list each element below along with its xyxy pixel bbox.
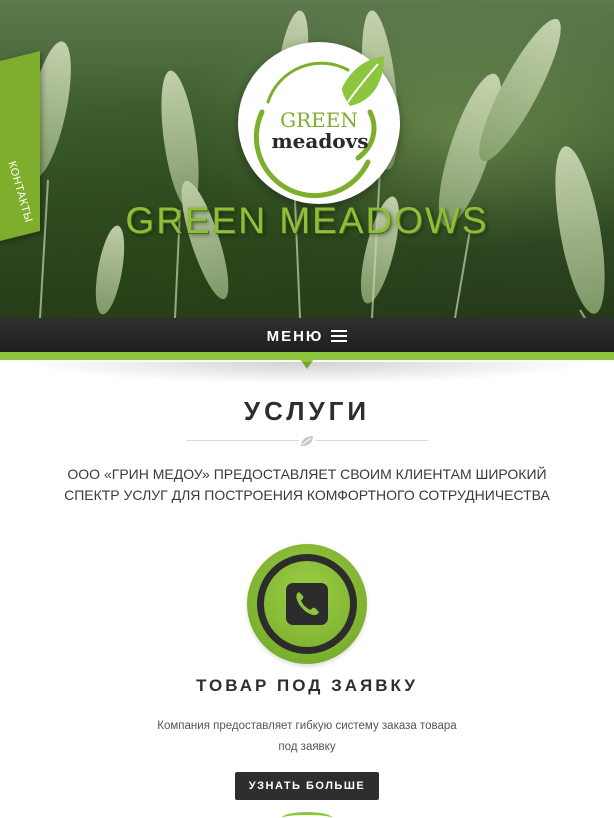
section-shadow [20,362,594,384]
service-icon-circle [247,544,367,664]
next-service-icon-hint [282,812,332,818]
learn-more-button[interactable]: УЗНАТЬ БОЛЬШЕ [235,772,379,800]
service-description: Компания предоставляет гибкую систему за… [157,720,457,753]
logo-text-green: GREEN [280,108,358,132]
hamburger-icon[interactable] [331,330,348,342]
phone-icon [286,583,328,625]
leaf-icon [299,433,315,447]
logo-text-meadovs: meadovs [271,129,369,153]
logo[interactable]: GREEN meadovs [238,42,400,204]
menu-label[interactable]: МЕНЮ [267,328,324,345]
menu-bar[interactable]: МЕНЮ [0,318,614,354]
services-intro: ООО «ГРИН МЕДОУ» ПРЕДОСТАВЛЯЕТ СВОИМ КЛИ… [64,466,550,503]
brand-title: GREEN MEADOWS [125,200,489,241]
hero-banner: КОНТАКТЫ GREEN meadovs GREEN MEADOWS [0,0,614,318]
section-title: УСЛУГИ [243,396,371,426]
service-title: ТОВАР ПОД ЗАЯВКУ [196,676,418,695]
